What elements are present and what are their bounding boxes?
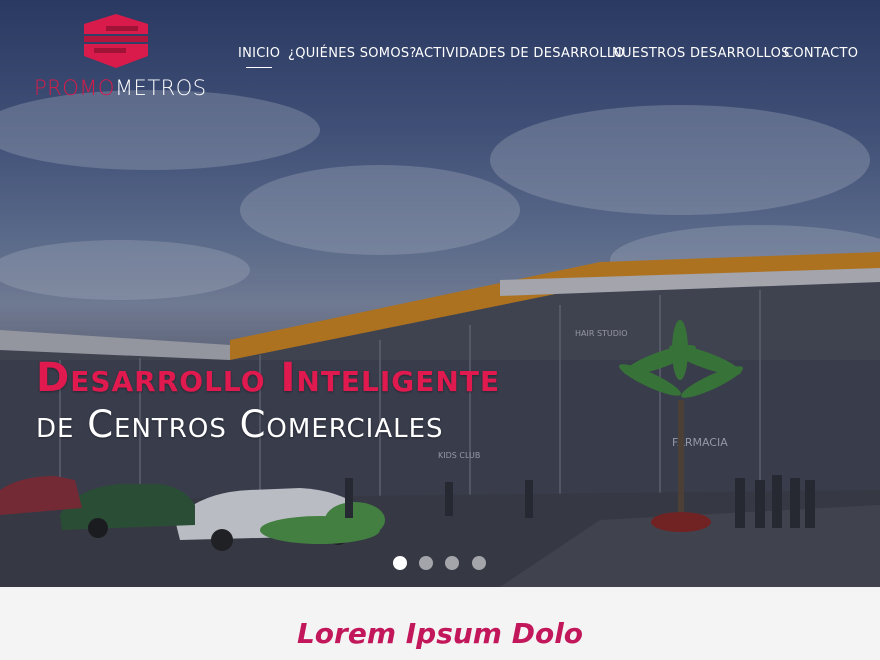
slider-dot-3[interactable] bbox=[445, 556, 459, 570]
logo-wordmark: PROMOMETROS bbox=[34, 76, 206, 100]
hero-headline-line2: de Centros Comerciales bbox=[36, 403, 444, 446]
logo-text-metros: METROS bbox=[114, 76, 207, 100]
slider-dot-2[interactable] bbox=[419, 556, 433, 570]
intro-section: Lorem Ipsum Dolo bbox=[0, 587, 880, 660]
slider-dots bbox=[393, 556, 493, 570]
nav-item-inicio[interactable]: INICIO bbox=[238, 46, 280, 68]
slider-dot-4[interactable] bbox=[472, 556, 486, 570]
main-nav: INICIO ¿QUIÉNES SOMOS? ACTIVIDADES DE DE… bbox=[0, 46, 880, 68]
hero-headline-line1: Desarrollo Inteligente bbox=[36, 355, 501, 401]
hero-banner: FARMACIA KIDS CLUB HAIR STUDIO PROMOMETR… bbox=[0, 0, 880, 587]
section-title: Lorem Ipsum Dolo bbox=[296, 617, 584, 650]
nav-item-quienes-somos[interactable]: ¿QUIÉNES SOMOS? bbox=[288, 46, 417, 61]
nav-item-actividades[interactable]: ACTIVIDADES DE DESARROLLO bbox=[415, 46, 625, 61]
logo-text-promo: PROMO bbox=[34, 76, 115, 100]
hero-headline: Desarrollo Inteligente de Centros Comerc… bbox=[36, 358, 676, 443]
nav-item-nuestros-desarrollos[interactable]: NUESTROS DESARROLLOS bbox=[612, 46, 790, 61]
nav-item-contacto[interactable]: CONTACTO bbox=[784, 46, 858, 61]
slider-dot-1[interactable] bbox=[393, 556, 407, 570]
